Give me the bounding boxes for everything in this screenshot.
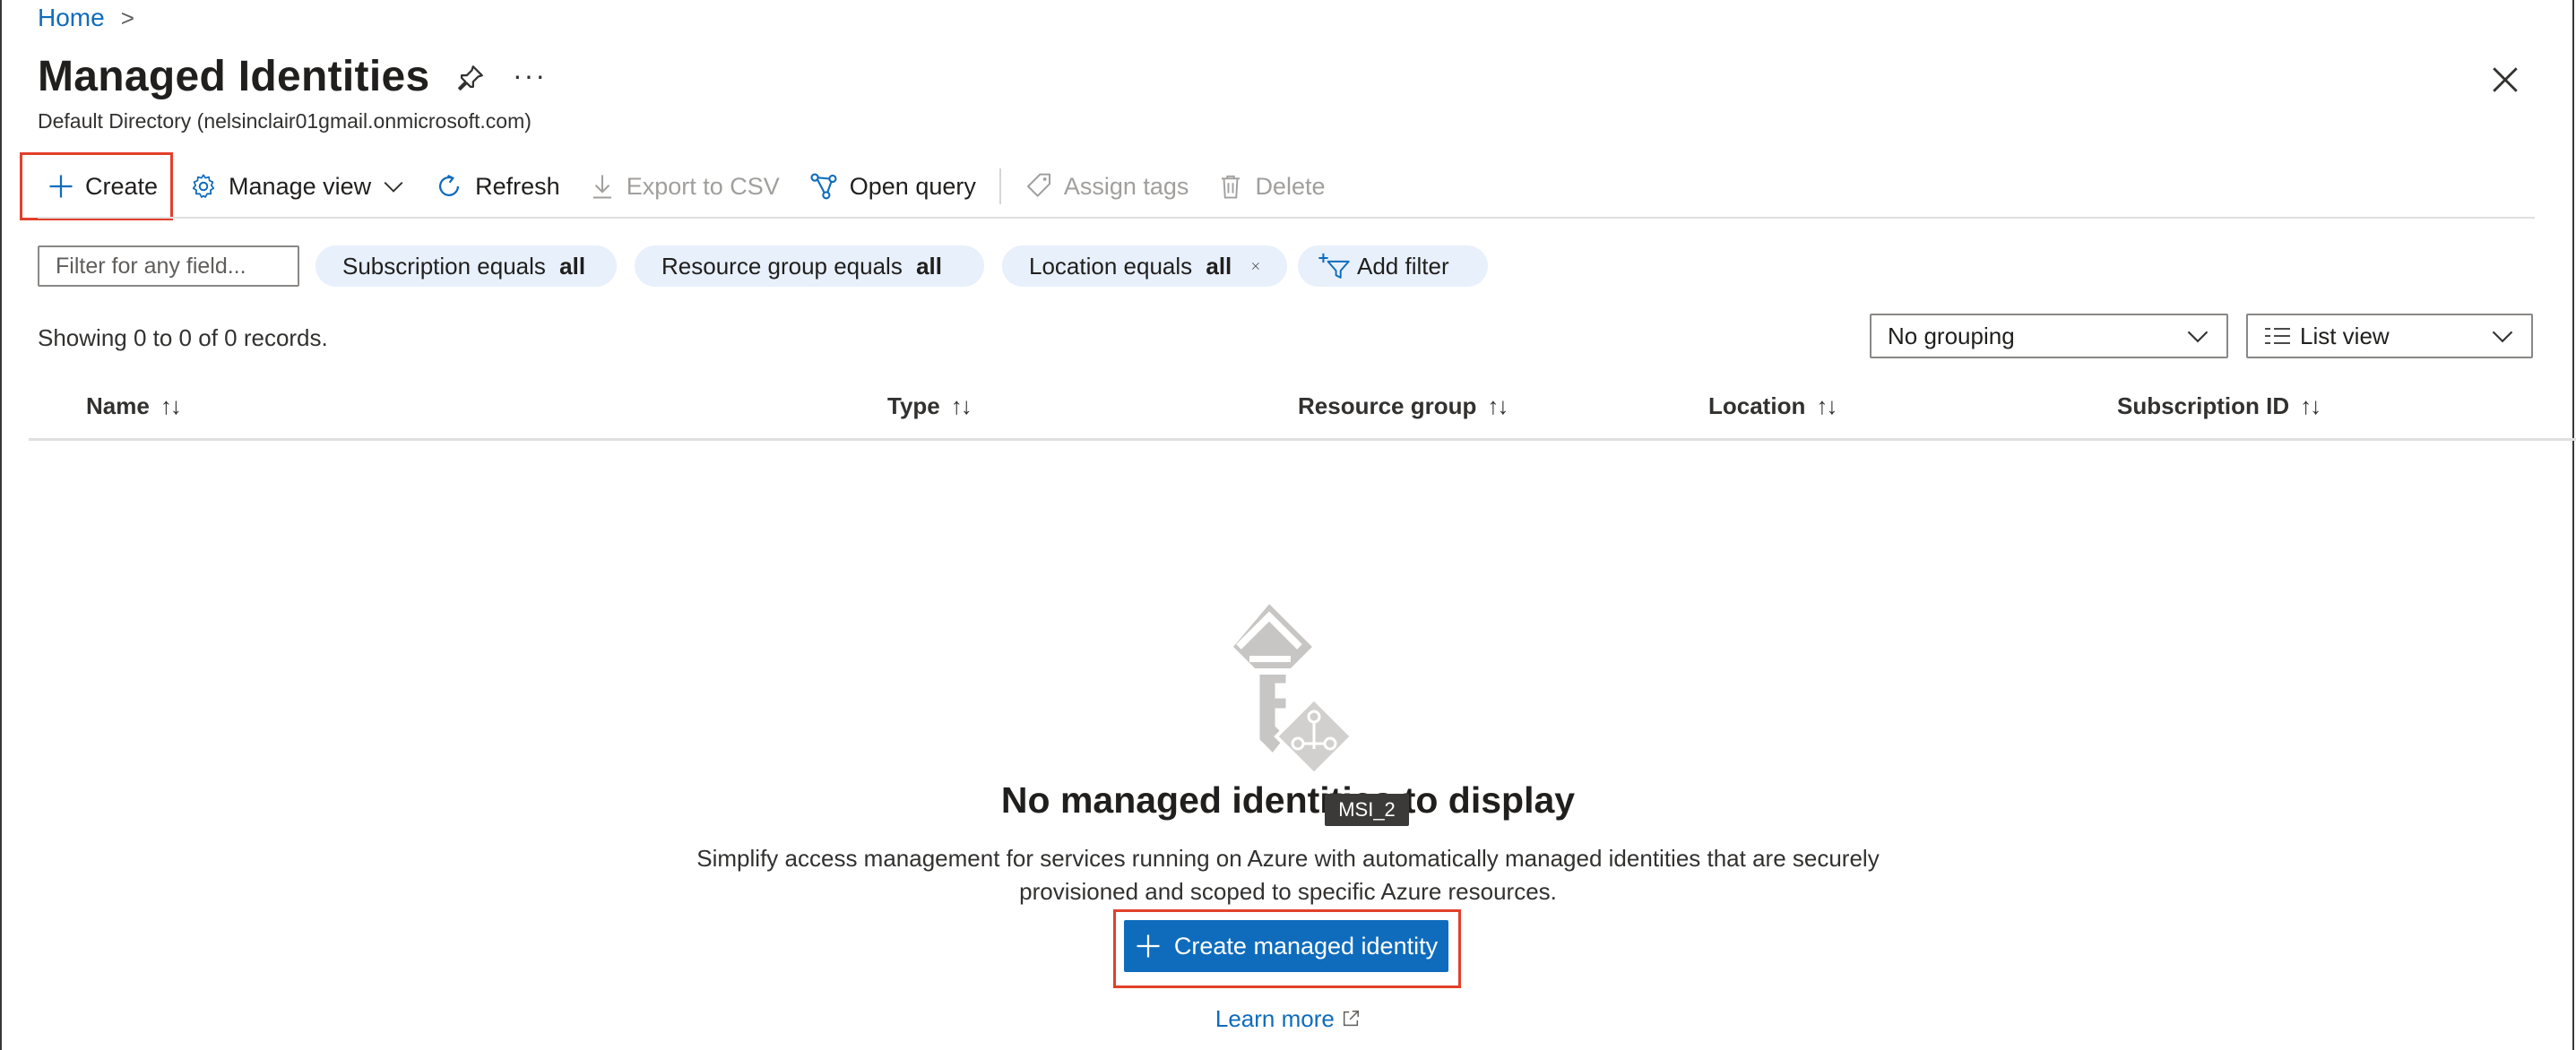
sort-icon: ↑↓ [1487,392,1508,419]
empty-state-description-line1: Simplify access management for services … [696,845,1880,872]
empty-state-description: Simplify access management for services … [0,842,2576,908]
grouping-dropdown[interactable]: No grouping [1870,314,2228,358]
view-dropdown[interactable]: List view [2246,314,2533,358]
column-header-subscription-id[interactable]: Subscription ID ↑↓ [2117,392,2321,420]
command-bar: Create Manage view Refresh Export to CSV [20,152,2529,220]
empty-state-description-line2: provisioned and scoped to specific Azure… [1019,878,1557,905]
chevron-down-icon [384,181,403,193]
sort-icon: ↑↓ [950,392,972,419]
page-title: Managed Identities [38,53,430,100]
add-filter-icon [1318,253,1350,279]
view-value: List view [2300,322,2390,349]
download-icon [592,175,611,199]
trash-icon [1222,175,1240,199]
page-subtitle: Default Directory (nelsinclair01gmail.on… [38,109,532,133]
list-view-icon [2265,328,2290,344]
subscription-filter-value: all [559,252,586,280]
filter-input[interactable]: Filter for any field... [38,245,299,287]
column-header-subscription-id-label: Subscription ID [2117,392,2290,419]
breadcrumb-separator: > [120,4,134,31]
gear-icon [192,174,215,198]
breadcrumb-home-link[interactable]: Home [38,4,105,32]
location-filter-value: all [1206,252,1232,280]
resource-group-filter-value: all [916,252,942,280]
learn-more-label: Learn more [1215,1005,1335,1032]
delete-button[interactable]: Delete [1203,159,1339,213]
learn-more-container: Learn more [0,1005,2576,1033]
tag-icon [1026,173,1050,197]
refresh-label: Refresh [475,172,560,200]
column-header-location[interactable]: Location ↑↓ [1708,392,1837,420]
breadcrumb: Home > [38,4,134,32]
column-header-resource-group-label: Resource group [1298,392,1477,419]
column-header-resource-group[interactable]: Resource group ↑↓ [1298,392,1508,420]
toolbar-divider [998,168,1001,204]
sort-icon: ↑↓ [160,392,182,419]
empty-state-title: No managed identities to display [1000,779,1576,821]
create-button[interactable]: Create [20,152,174,220]
open-query-label: Open query [849,172,976,200]
tooltip: MSI_2 [1325,794,1409,826]
query-icon [810,173,837,200]
column-header-location-label: Location [1708,392,1806,419]
external-link-icon [1344,1011,1360,1027]
add-filter-button[interactable]: Add filter [1298,245,1488,287]
refresh-icon [439,174,460,196]
table-header-divider [29,438,2576,441]
column-header-type[interactable]: Type ↑↓ [887,392,972,420]
manage-view-button[interactable]: Manage view [175,159,419,213]
managed-identity-key-icon [1229,599,1354,777]
manage-view-label: Manage view [229,172,372,200]
remove-filter-icon[interactable] [1251,254,1260,278]
toolbar-divider-line [38,217,2535,219]
resource-group-filter-label: Resource group equals [661,252,910,280]
pin-icon[interactable] [455,63,486,93]
more-options-icon[interactable]: ··· [513,59,547,92]
location-filter-pill[interactable]: Location equals all [1002,245,1287,287]
column-header-type-label: Type [887,392,940,419]
plus-icon [1137,934,1160,958]
learn-more-link[interactable]: Learn more [1215,1005,1361,1032]
create-managed-identity-button[interactable]: Create managed identity [1124,920,1448,972]
add-filter-label: Add filter [1357,252,1449,280]
create-button-label: Create [85,172,159,200]
open-query-button[interactable]: Open query [794,159,990,213]
sort-icon: ↑↓ [1816,392,1837,419]
close-icon[interactable] [2490,65,2520,95]
plus-icon [49,175,73,198]
subscription-filter-pill[interactable]: Subscription equals all [316,245,617,287]
grouping-value: No grouping [1888,322,2015,349]
records-count: Showing 0 to 0 of 0 records. [38,324,328,351]
location-filter-label: Location equals [1029,252,1199,280]
column-header-name[interactable]: Name ↑↓ [86,392,182,420]
create-managed-identity-label: Create managed identity [1173,932,1439,960]
delete-label: Delete [1255,172,1326,200]
export-csv-label: Export to CSV [626,172,780,200]
export-csv-button[interactable]: Export to CSV [575,159,794,213]
resource-group-filter-pill[interactable]: Resource group equals all [635,245,984,287]
subscription-filter-label: Subscription equals [342,252,553,280]
assign-tags-button[interactable]: Assign tags [1010,159,1204,213]
assign-tags-label: Assign tags [1063,172,1189,200]
refresh-button[interactable]: Refresh [419,159,575,213]
chevron-down-icon [2187,331,2209,343]
sort-icon: ↑↓ [2300,392,2321,419]
chevron-down-icon [2492,331,2513,343]
column-header-name-label: Name [86,392,150,419]
